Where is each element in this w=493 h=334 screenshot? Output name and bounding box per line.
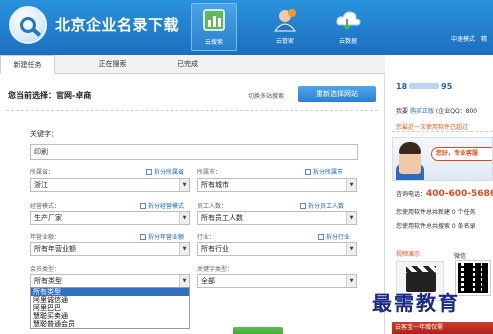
current-selection: 您当前选择：官网-卓商	[8, 91, 92, 100]
divider	[392, 131, 493, 132]
wechat-label: 微信	[454, 253, 467, 260]
task-count-stat: 您使用软件总共新建 0 个任务	[396, 209, 476, 216]
nav-cloud-search[interactable]: 云搜索	[191, 3, 237, 51]
split-province-checkbox[interactable]: 拆分所属省	[146, 167, 184, 176]
split-business-mode-checkbox[interactable]: 拆分经营模式	[140, 201, 184, 210]
cloud-data-icon	[336, 11, 361, 31]
hotline-number: 400-600-5686	[426, 189, 493, 199]
tab-new-task[interactable]: 新建任务	[0, 55, 55, 74]
new-task-panel: 您当前选择：官网-卓商 切换多站搜索 重新选择网站 关键字： 印刷 所属省： 拆…	[0, 75, 385, 334]
split-industry-checkbox[interactable]: 拆分行业	[318, 232, 350, 241]
nav-label: 云管家	[275, 38, 294, 45]
nav-cloud-data[interactable]: 云数据	[325, 3, 371, 51]
record-count-stat: 您使用软件总共搜索 0 条名录	[396, 223, 476, 230]
business-mode-label: 经营模式：	[30, 203, 61, 210]
chevron-down-icon: ▼	[346, 179, 356, 191]
dropdown-option[interactable]: 慧聪普通会员	[31, 320, 189, 328]
member-type-label: 会员类型：	[30, 266, 61, 273]
dropdown-option[interactable]: 所有类型	[31, 288, 189, 296]
city-select[interactable]: 所有城市 ▼	[197, 178, 357, 192]
dropdown-option[interactable]: 阿里诚信通	[31, 296, 189, 304]
chevron-down-icon: ▼	[179, 212, 189, 224]
switch-multi-site-link[interactable]: 切换多站搜索	[248, 91, 284, 100]
account-info: 我要 购买正版 (企业QQ：800	[396, 108, 478, 115]
employees-label: 员工人数：	[197, 203, 228, 210]
member-type-dropdown: 所有类型 阿里诚信通 阿里巴巴 慧聪买卖通 慧聪普通会员	[30, 287, 190, 329]
split-employees-checkbox[interactable]: 拆分员工人数	[300, 201, 344, 210]
revenue-label: 年营业额：	[30, 234, 61, 241]
dropdown-option[interactable]: 阿里巴巴	[31, 304, 189, 312]
cloud-search-icon	[203, 9, 225, 31]
chevron-down-icon: ▼	[346, 275, 356, 287]
divider	[6, 110, 378, 111]
video-demo-label[interactable]: 视频演示	[396, 249, 420, 258]
chevron-down-icon: ▼	[179, 179, 189, 191]
city-label: 所属市：	[197, 169, 222, 176]
chevron-down-icon: ▼	[179, 243, 189, 255]
watermark: 最需教育	[372, 291, 460, 315]
dropdown-option[interactable]: 慧聪买卖通	[31, 312, 189, 320]
business-mode-select[interactable]: 生产厂家 ▼	[30, 211, 190, 225]
split-city-checkbox[interactable]: 拆分所属市	[305, 167, 343, 176]
province-select[interactable]: 浙江 ▼	[30, 178, 190, 192]
keyword-type-select[interactable]: 全部 ▼	[197, 274, 357, 288]
tab-searching[interactable]: 正在搜索	[85, 55, 140, 74]
member-type-select[interactable]: 所有类型 ▼	[30, 274, 190, 288]
start-search-button[interactable]	[233, 327, 283, 334]
nav-cloud-manager[interactable]: 云管家	[262, 3, 308, 51]
speed-mode-label[interactable]: 中速模式	[451, 36, 475, 43]
qr-code-icon	[455, 260, 491, 296]
nav-label: 云数据	[338, 38, 357, 45]
tab-completed[interactable]: 已完成	[160, 55, 215, 74]
task-tabs: 新建任务 正在搜索 已完成	[0, 55, 385, 74]
revenue-select[interactable]: 所有年营业额 ▼	[30, 242, 190, 256]
cloud-manager-icon	[274, 9, 296, 32]
reselect-site-button[interactable]: 重新选择网站	[298, 86, 376, 102]
chevron-down-icon: ▼	[346, 243, 356, 255]
industry-select[interactable]: 所有行业 ▼	[197, 242, 357, 256]
app-title: 北京企业名录下载	[55, 16, 180, 34]
chevron-down-icon: ▼	[179, 275, 189, 287]
keyword-label: 关键字：	[30, 130, 58, 138]
header-extra-label[interactable]: 精	[481, 36, 487, 43]
app-logo-icon	[9, 6, 47, 44]
province-label: 所属省：	[30, 169, 55, 176]
buy-license-link[interactable]: 购买正版	[410, 108, 434, 115]
usage-notice: 您最近一次使用软件已超过	[396, 124, 469, 131]
support-greeting: 您好，专业客服	[431, 147, 492, 161]
promo-banner[interactable]: 云客宝一年赠仅需	[392, 322, 493, 334]
employees-select[interactable]: 所有员工人数 ▼	[197, 211, 357, 225]
masked-digits	[409, 83, 440, 89]
header-right-status: 中速模式 精	[447, 34, 487, 43]
account-phone: 18 95	[396, 82, 453, 91]
industry-label: 行业：	[197, 234, 216, 241]
keyword-input[interactable]: 印刷	[30, 144, 358, 160]
split-revenue-checkbox[interactable]: 拆分年营业额	[140, 232, 184, 241]
keyword-type-label: 关键字类型：	[197, 266, 234, 273]
title-bar: 北京企业名录下载 云搜索 云管家 云数据 中速模式 精	[0, 0, 493, 55]
hotline: 咨询电话：400-600-5686	[396, 189, 493, 199]
nav-label: 云搜索	[204, 39, 223, 46]
support-banner[interactable]: 您好，专业客服	[392, 137, 493, 181]
chevron-down-icon: ▼	[346, 212, 356, 224]
